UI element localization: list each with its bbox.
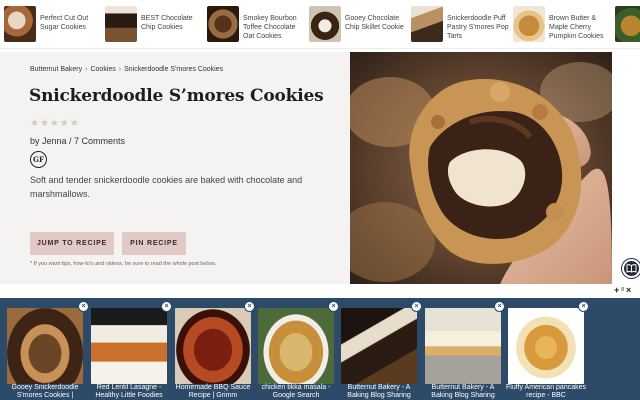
related-title[interactable]: Fluffy American pancakes recipe - BBC [505, 384, 587, 400]
close-icon[interactable]: × [244, 301, 255, 312]
recipe-thumbnail[interactable] [615, 6, 640, 42]
gluten-free-badge: GF [30, 151, 47, 168]
recipe-thumbnail[interactable] [105, 6, 137, 42]
related-title[interactable]: Red Lentil Lasagne - Healthy Little Food… [88, 384, 170, 400]
related-card[interactable]: Red Lentil Lasagne - Healthy Little Food… [91, 308, 167, 400]
cookie-photo [350, 52, 612, 284]
close-icon[interactable]: × [626, 285, 631, 295]
related-thumbnail[interactable] [175, 308, 251, 384]
breadcrumb-separator: › [118, 66, 122, 73]
recipe-link[interactable]: Perfect Cut Out Sugar Cookies [40, 14, 104, 32]
close-icon[interactable]: × [494, 301, 505, 312]
related-thumbnail[interactable] [258, 308, 334, 384]
recipe-thumbnail[interactable] [207, 6, 239, 42]
related-thumbnail[interactable] [7, 308, 83, 384]
byline[interactable]: by Jenna / 7 Comments [30, 136, 125, 146]
top-recipe-item[interactable]: Smokey Bourbon Toffee Chocolate Oat Cook… [207, 6, 307, 44]
recipe-link[interactable]: Snickerdoodle Puff Pastry S'mores Pop Ta… [447, 14, 511, 41]
related-thumbnail[interactable] [508, 308, 584, 384]
related-thumbnail[interactable] [91, 308, 167, 384]
breadcrumb-separator: › [85, 66, 88, 73]
overlay-controls: + 8 × [614, 285, 631, 295]
jump-to-recipe-button[interactable]: JUMP TO RECIPE [30, 232, 114, 255]
related-title[interactable]: Butternut Bakery - A Baking Blog Sharing [338, 384, 420, 400]
close-icon[interactable]: × [328, 301, 339, 312]
breadcrumb-home[interactable]: Butternut Bakery [30, 66, 82, 73]
book-icon [626, 264, 637, 273]
recipe-link[interactable]: Brown Butter & Maple Cherry Pumpkin Cook… [549, 14, 613, 41]
recipe-link[interactable]: Gooey Chocolate Chip Skillet Cookie [345, 14, 409, 32]
top-recipe-item[interactable]: Perfect Cut Out Sugar Cookies [4, 6, 104, 44]
close-icon[interactable]: × [411, 301, 422, 312]
related-card[interactable]: Homemade BBQ Sauce Recipe | Grimm [175, 308, 251, 400]
reader-mode-button[interactable] [622, 259, 640, 278]
close-icon[interactable]: × [78, 301, 89, 312]
recipe-thumbnail[interactable] [309, 6, 341, 42]
related-card[interactable]: Fluffy American pancakes recipe - BBC [505, 308, 587, 400]
breadcrumb: Butternut Bakery › Cookies › Snickerdood… [30, 66, 223, 73]
related-card[interactable]: Gooey Snickerdoodle S'mores Cookies | [7, 308, 83, 400]
recipe-link[interactable]: BEST Chocolate Chip Cookies [141, 14, 205, 32]
related-thumbnail[interactable] [341, 308, 417, 384]
recipe-link[interactable]: Smokey Bourbon Toffee Chocolate Oat Cook… [243, 14, 307, 41]
top-recipe-item[interactable] [615, 6, 640, 44]
related-thumbnail[interactable] [425, 308, 501, 384]
top-recipe-item[interactable]: Gooey Chocolate Chip Skillet Cookie [309, 6, 409, 44]
close-icon[interactable]: × [161, 301, 172, 312]
hero-image [350, 52, 612, 284]
page-title: Snickerdoodle S’mores Cookies [29, 86, 324, 106]
pin-recipe-button[interactable]: PIN RECIPE [122, 232, 186, 255]
top-recipe-item[interactable]: BEST Chocolate Chip Cookies [105, 6, 205, 44]
counter-text: 8 [621, 287, 625, 293]
footnote: * If you want tips, how-to's and videos,… [30, 261, 217, 267]
recipe-thumbnail[interactable] [513, 6, 545, 42]
top-recipe-item[interactable]: Snickerdoodle Puff Pastry S'mores Pop Ta… [411, 6, 511, 44]
recipe-thumbnail[interactable] [411, 6, 443, 42]
related-card[interactable]: chicken tikka masala - Google Search [258, 308, 334, 400]
related-title[interactable]: Butternut Bakery - A Baking Blog Sharing [422, 384, 504, 400]
right-gutter [612, 52, 640, 284]
related-title[interactable]: Homemade BBQ Sauce Recipe | Grimm [172, 384, 254, 400]
related-recipes-strip: Perfect Cut Out Sugar Cookies BEST Choco… [0, 0, 640, 49]
recipe-thumbnail[interactable] [4, 6, 36, 42]
breadcrumb-category[interactable]: Cookies [90, 66, 115, 73]
close-icon[interactable]: × [578, 301, 589, 312]
related-title[interactable]: Gooey Snickerdoodle S'mores Cookies | [4, 384, 86, 400]
plus-icon[interactable]: + [614, 285, 619, 295]
related-card[interactable]: Butternut Bakery - A Baking Blog Sharing [425, 308, 501, 400]
related-title[interactable]: chicken tikka masala - Google Search [255, 384, 337, 400]
top-recipe-item[interactable]: Brown Butter & Maple Cherry Pumpkin Cook… [513, 6, 613, 44]
related-card[interactable]: Butternut Bakery - A Baking Blog Sharing [341, 308, 417, 400]
recipe-description: Soft and tender snickerdoodle cookies ar… [30, 175, 303, 199]
breadcrumb-current: Snickerdoodle S'mores Cookies [124, 66, 224, 73]
rating-stars[interactable]: ★★★★★ [30, 118, 80, 129]
